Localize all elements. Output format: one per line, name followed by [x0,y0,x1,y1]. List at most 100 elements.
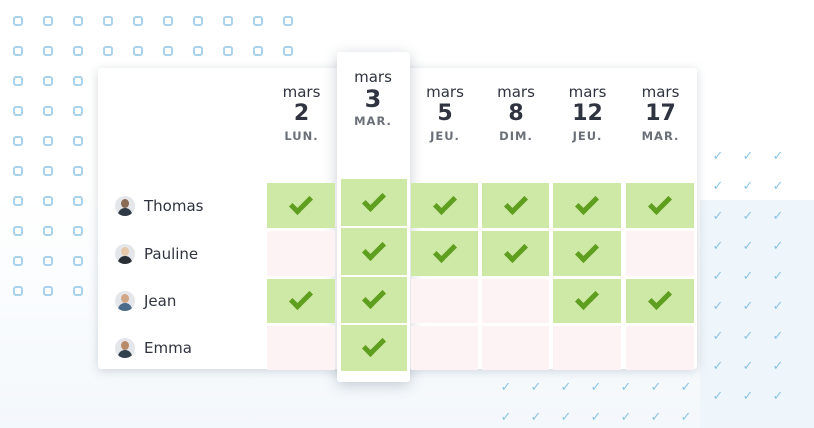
person-name: Jean [144,292,177,310]
decor-check-icon: ✓ [680,410,692,425]
decor-square [73,286,83,296]
decor-check-icon: ✓ [712,359,724,374]
decor-check-icon: ✓ [742,389,754,404]
decor-check-icon: ✓ [742,299,754,314]
decor-check-icon: ✓ [772,149,784,164]
decor-square [283,46,293,56]
decor-square [223,16,233,26]
decor-square [103,46,113,56]
decor-square [73,226,83,236]
decor-square [13,136,23,146]
availability-cell-available[interactable] [341,228,407,275]
availability-cell-unavailable[interactable] [267,231,335,276]
decor-square [73,106,83,116]
date-weekday: MAR. [641,129,680,143]
decor-square [103,16,113,26]
check-icon [503,238,528,263]
date-day: 8 [508,101,524,126]
decor-square [13,106,23,116]
availability-cell-unavailable[interactable] [482,326,549,370]
availability-cell-available[interactable] [482,231,549,276]
decor-check-icon: ✓ [742,359,754,374]
availability-cell-available[interactable] [626,279,694,323]
avatar-body [118,207,132,216]
availability-cell-available[interactable] [482,183,549,228]
availability-cell-unavailable[interactable] [626,231,694,276]
date-header[interactable]: mars 12 JEU. [552,83,623,143]
availability-cell-available[interactable] [341,179,407,226]
avatar-body [118,350,132,358]
date-header[interactable]: mars 17 MAR. [625,83,696,143]
avatar-body [118,255,132,264]
check-icon [288,285,314,311]
decor-square [43,226,53,236]
decor-check-icon: ✓ [772,389,784,404]
availability-cell-available[interactable] [267,183,335,228]
date-weekday: DIM. [499,129,533,143]
availability-cell-available[interactable] [341,325,407,371]
decor-check-icon: ✓ [650,410,662,425]
availability-cell-unavailable[interactable] [267,326,335,370]
decor-square [73,166,83,176]
person-name: Emma [144,339,192,357]
decor-square [73,256,83,266]
person-row-label: Pauline [115,241,198,267]
person-name: Thomas [144,196,204,215]
check-icon [647,190,673,215]
decor-square [43,286,53,296]
avatar-head [121,246,129,256]
person-row-label: Thomas [115,193,203,219]
decor-check-icon: ✓ [500,380,512,395]
decor-square [73,196,83,206]
decor-square [43,136,53,146]
decor-square [13,16,23,26]
date-header[interactable]: mars 8 DIM. [481,83,551,143]
check-icon [574,285,600,311]
availability-cell-unavailable[interactable] [626,326,694,370]
decor-square [13,286,23,296]
availability-cell-available[interactable] [553,183,621,228]
decor-check-icon: ✓ [712,209,724,224]
decor-square [43,76,53,86]
availability-cell-available[interactable] [411,231,478,276]
decor-check-icon: ✓ [742,149,754,164]
date-day: 12 [572,101,603,126]
decor-square [73,76,83,86]
decor-square [43,46,53,56]
decor-square [13,196,23,206]
availability-cell-unavailable[interactable] [482,279,549,323]
availability-cell-unavailable[interactable] [553,326,621,370]
avatar-body [118,303,132,311]
decor-check-icon: ✓ [712,389,724,404]
availability-cell-available[interactable] [553,279,621,323]
availability-cell-available[interactable] [267,279,335,323]
date-header[interactable]: mars 5 JEU. [410,83,480,143]
avatar [115,243,135,264]
availability-cell-unavailable[interactable] [411,326,478,370]
decor-square [43,106,53,116]
availability-cell-unavailable[interactable] [411,279,478,323]
date-header[interactable]: mars 3 MAR. [338,68,408,128]
decor-check-icon: ✓ [712,179,724,194]
decor-check-icon: ✓ [742,209,754,224]
decor-square [253,46,263,56]
decor-square [13,226,23,236]
date-header[interactable]: mars 2 LUN. [266,83,337,143]
decor-check-icon: ✓ [712,149,724,164]
decor-square [73,136,83,146]
decor-square [223,46,233,56]
decor-check-icon: ✓ [712,239,724,254]
availability-cell-available[interactable] [553,231,621,276]
decor-check-icon: ✓ [772,359,784,374]
availability-cell-available[interactable] [626,183,694,228]
availability-cell-available[interactable] [411,183,478,228]
availability-cell-available[interactable] [341,277,407,323]
decor-check-icon: ✓ [560,380,572,395]
check-icon [361,236,387,261]
date-weekday: JEU. [430,129,460,143]
decor-square [13,166,23,176]
decor-check-icon: ✓ [590,380,602,395]
avatar [115,195,135,216]
decor-square [73,46,83,56]
decor-check-icon: ✓ [530,380,542,395]
